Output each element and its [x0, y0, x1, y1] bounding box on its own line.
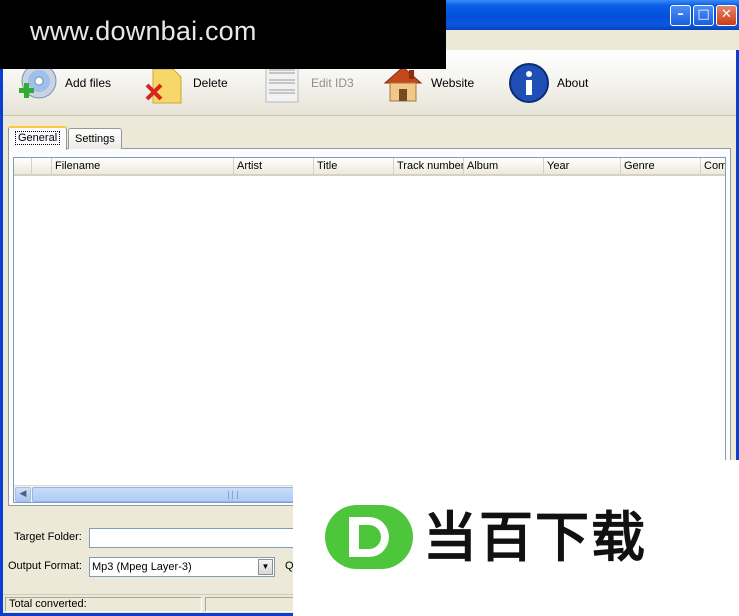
watermark-url-text: www.downbai.com [30, 16, 257, 46]
target-folder-label: Target Folder: [14, 531, 82, 543]
info-icon [509, 63, 549, 103]
edit-id3-label: Edit ID3 [311, 76, 354, 90]
tab-settings-label: Settings [75, 133, 115, 145]
list-header: Filename Artist Title Track number Album… [14, 158, 725, 176]
scroll-left-arrow-icon[interactable]: ◀ [15, 487, 31, 502]
status-pane-2 [205, 597, 295, 612]
target-folder-input[interactable] [89, 528, 299, 548]
status-total-converted: Total converted: [5, 597, 202, 612]
column-header-title[interactable]: Title [314, 158, 394, 175]
dropdown-arrow-icon[interactable]: ▼ [258, 559, 273, 575]
add-files-label: Add files [65, 76, 112, 90]
delete-label: Delete [193, 76, 228, 90]
output-format-select[interactable]: Mp3 (Mpeg Layer-3) ▼ [89, 557, 275, 577]
column-header-genre[interactable]: Genre [621, 158, 701, 175]
watermark-url-banner: www.downbai.com [0, 0, 446, 69]
column-header-artist[interactable]: Artist [234, 158, 314, 175]
download-logo-icon [325, 505, 413, 569]
tab-general-label: General [15, 131, 61, 145]
watermark-brand-text: 当百下载 [423, 506, 647, 569]
column-header-track-number[interactable]: Track number [394, 158, 464, 175]
close-button[interactable]: ✕ [716, 5, 737, 26]
about-button[interactable]: About [507, 50, 588, 116]
website-label: Website [431, 76, 475, 90]
column-header-album[interactable]: Album [464, 158, 544, 175]
about-label: About [557, 76, 589, 90]
watermark-logo-panel: 当百下载 [293, 460, 739, 616]
column-header-icon[interactable] [14, 158, 32, 175]
column-header-check[interactable] [32, 158, 52, 175]
tab-settings[interactable]: Settings [68, 128, 122, 149]
grip-icon [228, 491, 238, 499]
column-header-comment[interactable]: Com [701, 158, 725, 175]
file-list[interactable]: Filename Artist Title Track number Album… [13, 157, 726, 503]
maximize-button[interactable]: □ [693, 5, 714, 26]
minimize-button[interactable]: – [670, 5, 691, 26]
output-format-value: Mp3 (Mpeg Layer-3) [92, 561, 192, 573]
tab-general[interactable]: General [8, 126, 68, 150]
column-header-year[interactable]: Year [544, 158, 621, 175]
output-format-label: Output Format: [8, 560, 82, 572]
column-header-filename[interactable]: Filename [52, 158, 234, 175]
